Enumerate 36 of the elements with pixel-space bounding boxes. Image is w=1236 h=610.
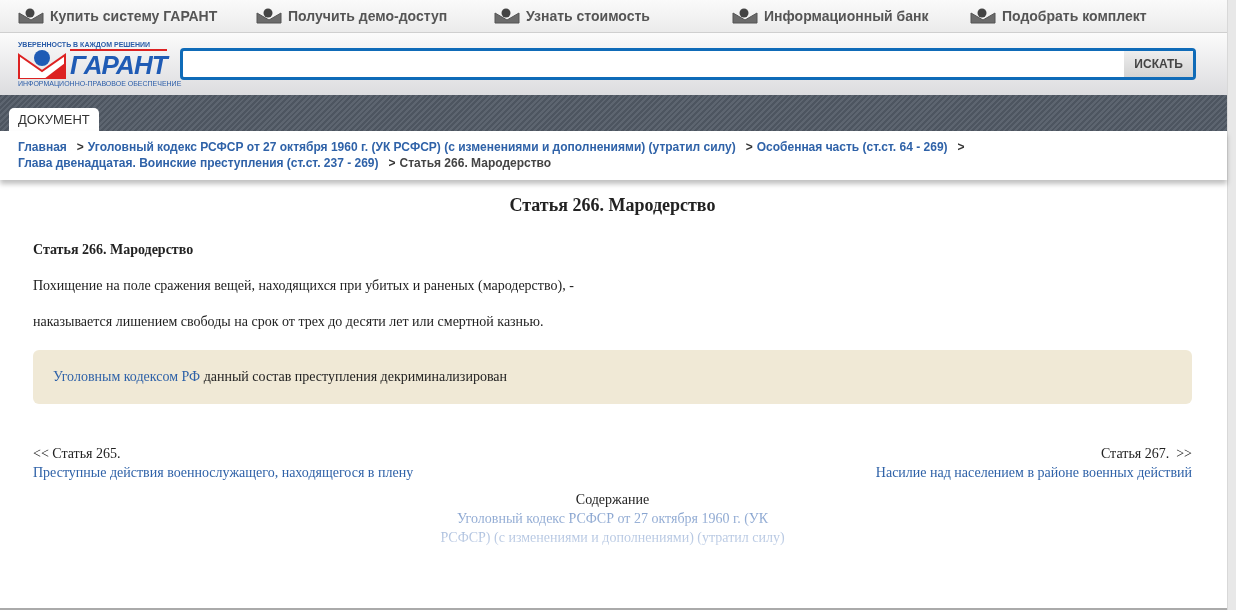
prev-article-link[interactable]: Преступные действия военнослужащего, находящегося в плену <box>33 463 418 482</box>
search-button[interactable]: ИСКАТЬ <box>1124 51 1193 77</box>
envelope-icon <box>970 8 996 24</box>
breadcrumb-link[interactable]: Особенная часть (ст.ст. 64 - 269) <box>756 139 948 155</box>
search-field[interactable]: ИСКАТЬ <box>180 48 1196 80</box>
nav-link[interactable]: Получить демо-доступ <box>256 8 494 24</box>
breadcrumb-separator: > <box>388 156 396 170</box>
nav-link[interactable]: Подобрать комплект <box>970 8 1208 24</box>
envelope-icon <box>256 8 282 24</box>
logo-name: ГАРАНТ <box>70 49 167 79</box>
note-text: Уголовным кодексом РФ данный состав преступления декриминализирован <box>53 369 507 384</box>
breadcrumb-link[interactable]: Уголовный кодекс РСФСР от 27 октября 1960 г. (УК РСФСР) (с изменениями и дополнениями) (утратил силу) <box>87 139 736 155</box>
breadcrumb-separator: > <box>957 140 965 154</box>
note-link[interactable]: Уголовным кодексом РФ <box>53 369 201 384</box>
article-paragraph: наказывается лишением свободы на срок от трех до десяти лет или смертной казнью. <box>33 314 545 330</box>
document-tab[interactable]: ДОКУМЕНТ <box>9 108 99 131</box>
envelope-icon <box>732 8 758 24</box>
breadcrumb-separator: > <box>76 140 84 154</box>
nav-link[interactable]: Купить систему ГАРАНТ <box>18 8 256 24</box>
breadcrumb-current: Статья 266. Мародерство <box>399 156 552 170</box>
article-heading: Статья 266. Мародерство <box>33 242 195 258</box>
envelope-icon <box>494 8 520 24</box>
scrollbar[interactable] <box>1227 0 1236 610</box>
breadcrumb-link[interactable]: Глава двенадцатая. Воинские преступления (ст.ст. 237 - 269) <box>18 155 379 171</box>
breadcrumb-separator: > <box>745 140 753 154</box>
article-paragraph: Похищение на поле сражения вещей, находящихся при убитых и раненых (мародерство), - <box>33 278 575 294</box>
nav-link[interactable]: Информационный банк <box>732 8 970 24</box>
logo-emblem-icon <box>18 49 66 79</box>
next-article-label: Статья 267. >> <box>1100 445 1192 463</box>
contents-label: Содержание <box>575 491 650 509</box>
envelope-icon <box>18 8 44 24</box>
next-article-link[interactable]: Насилие над населением в районе военных действий <box>875 463 1192 482</box>
breadcrumb-link[interactable]: Главная <box>18 139 67 155</box>
nav-link[interactable]: Узнать стоимость <box>494 8 732 24</box>
prev-article-label: << Статья 265. <box>33 445 122 463</box>
document-title: Статья 266. Мародерство <box>508 195 717 216</box>
